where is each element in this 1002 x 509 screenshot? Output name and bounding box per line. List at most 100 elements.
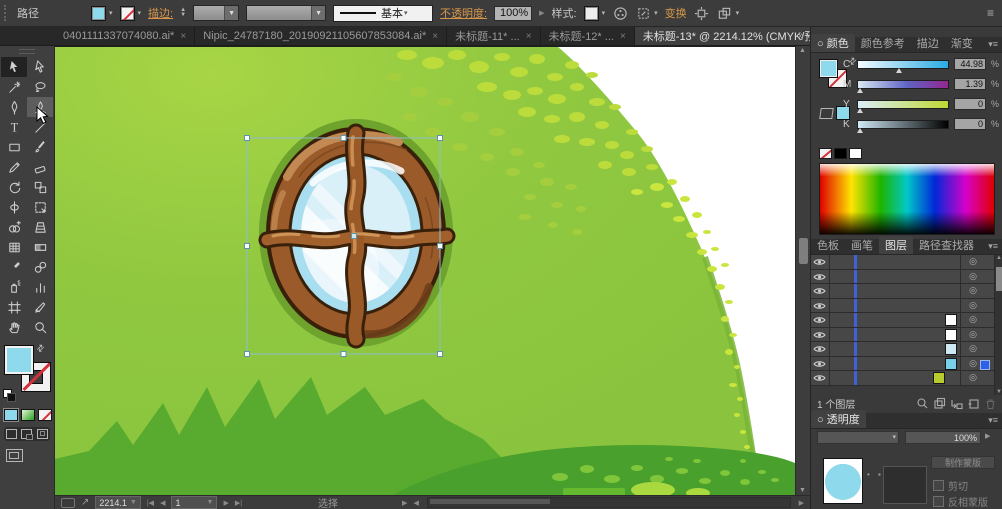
layer-row[interactable]: ◎ (811, 342, 1002, 357)
layer-thumbnail[interactable] (945, 357, 957, 370)
color-spectrum[interactable] (819, 163, 995, 235)
stroke-color-swatch[interactable] (119, 5, 135, 21)
object-thumbnail[interactable] (823, 458, 863, 504)
document-tab[interactable]: 未标题-12* ... × (541, 27, 635, 45)
fill-swatch[interactable] (4, 345, 34, 375)
style-swatch-dropdown[interactable] (583, 5, 599, 21)
target-icon[interactable]: ◎ (969, 329, 977, 340)
fill-color-swatch[interactable] (91, 5, 106, 21)
panel-grip[interactable] (4, 5, 8, 21)
share-icon[interactable]: ↗ (81, 497, 89, 508)
status-icon[interactable] (61, 497, 75, 508)
scroll-up-icon[interactable]: ▲ (799, 47, 806, 54)
eye-icon[interactable] (813, 373, 826, 383)
symbol-sprayer-tool[interactable] (1, 277, 27, 297)
panel-tab-图层[interactable]: 图层 (879, 236, 913, 254)
layer-row[interactable]: ◎ (811, 356, 1002, 371)
channel-slider[interactable] (857, 59, 949, 73)
brush-definition-dropdown[interactable]: ▼ (246, 5, 327, 21)
layer-row[interactable]: ◎ (811, 371, 1002, 386)
layer-row[interactable]: ◎ (811, 298, 1002, 313)
locate-object-icon[interactable] (916, 397, 929, 410)
draw-behind-button[interactable] (21, 429, 34, 440)
gradient-tool[interactable] (27, 237, 53, 257)
layer-row[interactable]: ◎ (811, 313, 1002, 328)
draw-inside-button[interactable] (36, 429, 48, 439)
none-mode-button[interactable] (38, 409, 52, 421)
eye-icon[interactable] (813, 257, 826, 267)
channel-value[interactable]: 44.98 (954, 58, 986, 70)
selection-tool[interactable] (1, 57, 27, 77)
panel-tab-颜色[interactable]: ○ 颜色 (811, 34, 855, 52)
draw-normal-button[interactable] (6, 429, 18, 439)
channel-value[interactable]: 0 (954, 118, 986, 130)
scrollbar-thumb[interactable] (429, 499, 550, 504)
mask-thumbnail[interactable] (883, 466, 927, 504)
panel-tab-路径查找器[interactable]: 路径查找器 (913, 236, 980, 254)
scale-tool[interactable] (27, 177, 53, 197)
select-similar-icon[interactable] (635, 5, 651, 21)
paintbrush-tool[interactable] (27, 137, 53, 157)
eye-icon[interactable] (813, 344, 826, 354)
chevron-down-icon[interactable]: ▾ (109, 9, 113, 17)
scroll-right-icon[interactable]: ▶ (799, 499, 804, 507)
chevron-down-icon[interactable]: ▾ (736, 9, 740, 17)
last-artboard-icon[interactable]: ▶| (235, 499, 242, 507)
make-clip-mask-icon[interactable] (933, 397, 946, 410)
toolbar-grip[interactable] (19, 49, 35, 54)
channel-slider[interactable] (856, 99, 949, 113)
eye-icon[interactable] (813, 301, 826, 311)
eyedropper-tool[interactable] (1, 257, 27, 277)
default-fill-stroke-icon[interactable] (3, 389, 16, 402)
none-swatch[interactable] (819, 148, 832, 159)
scrollbar-thumb[interactable] (799, 238, 808, 264)
scroll-left-icon[interactable]: ▶ (402, 499, 407, 507)
zoom-dropdown[interactable]: 2214.1 ▼ (95, 496, 141, 509)
document-tab[interactable]: Nipic_24787180_20190921105607853084.ai* × (195, 27, 448, 45)
target-icon[interactable]: ◎ (969, 314, 977, 325)
panel-tab-描边[interactable]: 描边 (911, 34, 945, 52)
panel-menu-icon[interactable]: ≡ (987, 6, 994, 20)
type-tool[interactable]: T (1, 117, 27, 137)
stroke-style-dropdown[interactable]: 基本 ▾ (333, 4, 434, 22)
stroke-weight-dropdown[interactable]: ▼ (193, 5, 240, 21)
layer-row[interactable]: ◎ (811, 327, 1002, 342)
slider-handle[interactable] (856, 127, 863, 133)
black-swatch[interactable] (834, 148, 847, 159)
chevron-right-icon[interactable]: ▶ (539, 9, 544, 17)
slider-handle[interactable] (856, 87, 863, 93)
panel-menu-icon[interactable]: ▾≡ (988, 241, 998, 252)
vertical-scrollbar[interactable]: ▲ ▼ (795, 46, 810, 495)
arrange-icon[interactable] (717, 5, 733, 21)
opacity-field[interactable]: 100% (494, 5, 533, 21)
screen-mode-button[interactable] (6, 449, 23, 462)
layer-row[interactable]: ◎ (811, 269, 1002, 284)
swap-fill-stroke-icon[interactable]: ⇄ (34, 342, 47, 355)
eraser-tool[interactable] (27, 157, 53, 177)
chevron-down-icon[interactable]: ▾ (602, 9, 606, 17)
scrollbar-thumb[interactable] (996, 267, 1002, 291)
channel-value[interactable]: 0 (954, 98, 986, 110)
mesh-tool[interactable] (1, 237, 27, 257)
panel-tab-透明度[interactable]: ○ 透明度 (811, 410, 866, 428)
eye-icon[interactable] (813, 272, 826, 282)
opacity-dropdown[interactable]: 100% (905, 431, 981, 444)
perspective-grid-tool[interactable] (27, 217, 53, 237)
new-layer-icon[interactable] (967, 397, 980, 410)
close-icon[interactable]: × (526, 31, 532, 42)
pen-tool[interactable] (1, 97, 27, 117)
layers-scrollbar[interactable]: ▲ ▼ (994, 255, 1002, 395)
panel-tab-渐变[interactable]: 渐变 (945, 34, 979, 52)
free-transform-tool[interactable] (27, 197, 53, 217)
next-artboard-icon[interactable]: ▶ (223, 499, 228, 507)
chevron-right-icon[interactable]: ▶ (985, 432, 990, 440)
delete-layer-icon[interactable] (984, 397, 997, 410)
recolor-artwork-icon[interactable] (612, 5, 628, 21)
layer-thumbnail[interactable] (945, 328, 957, 341)
canvas[interactable]: S 五 ☽ °, ✚ (55, 46, 795, 495)
channel-slider[interactable] (856, 79, 949, 93)
panel-menu-icon[interactable]: ▾≡ (988, 39, 998, 50)
magic-wand-tool[interactable] (1, 77, 27, 97)
artboard-dropdown[interactable]: 1 ▼ (171, 496, 218, 509)
shaper-tool[interactable] (1, 157, 27, 177)
